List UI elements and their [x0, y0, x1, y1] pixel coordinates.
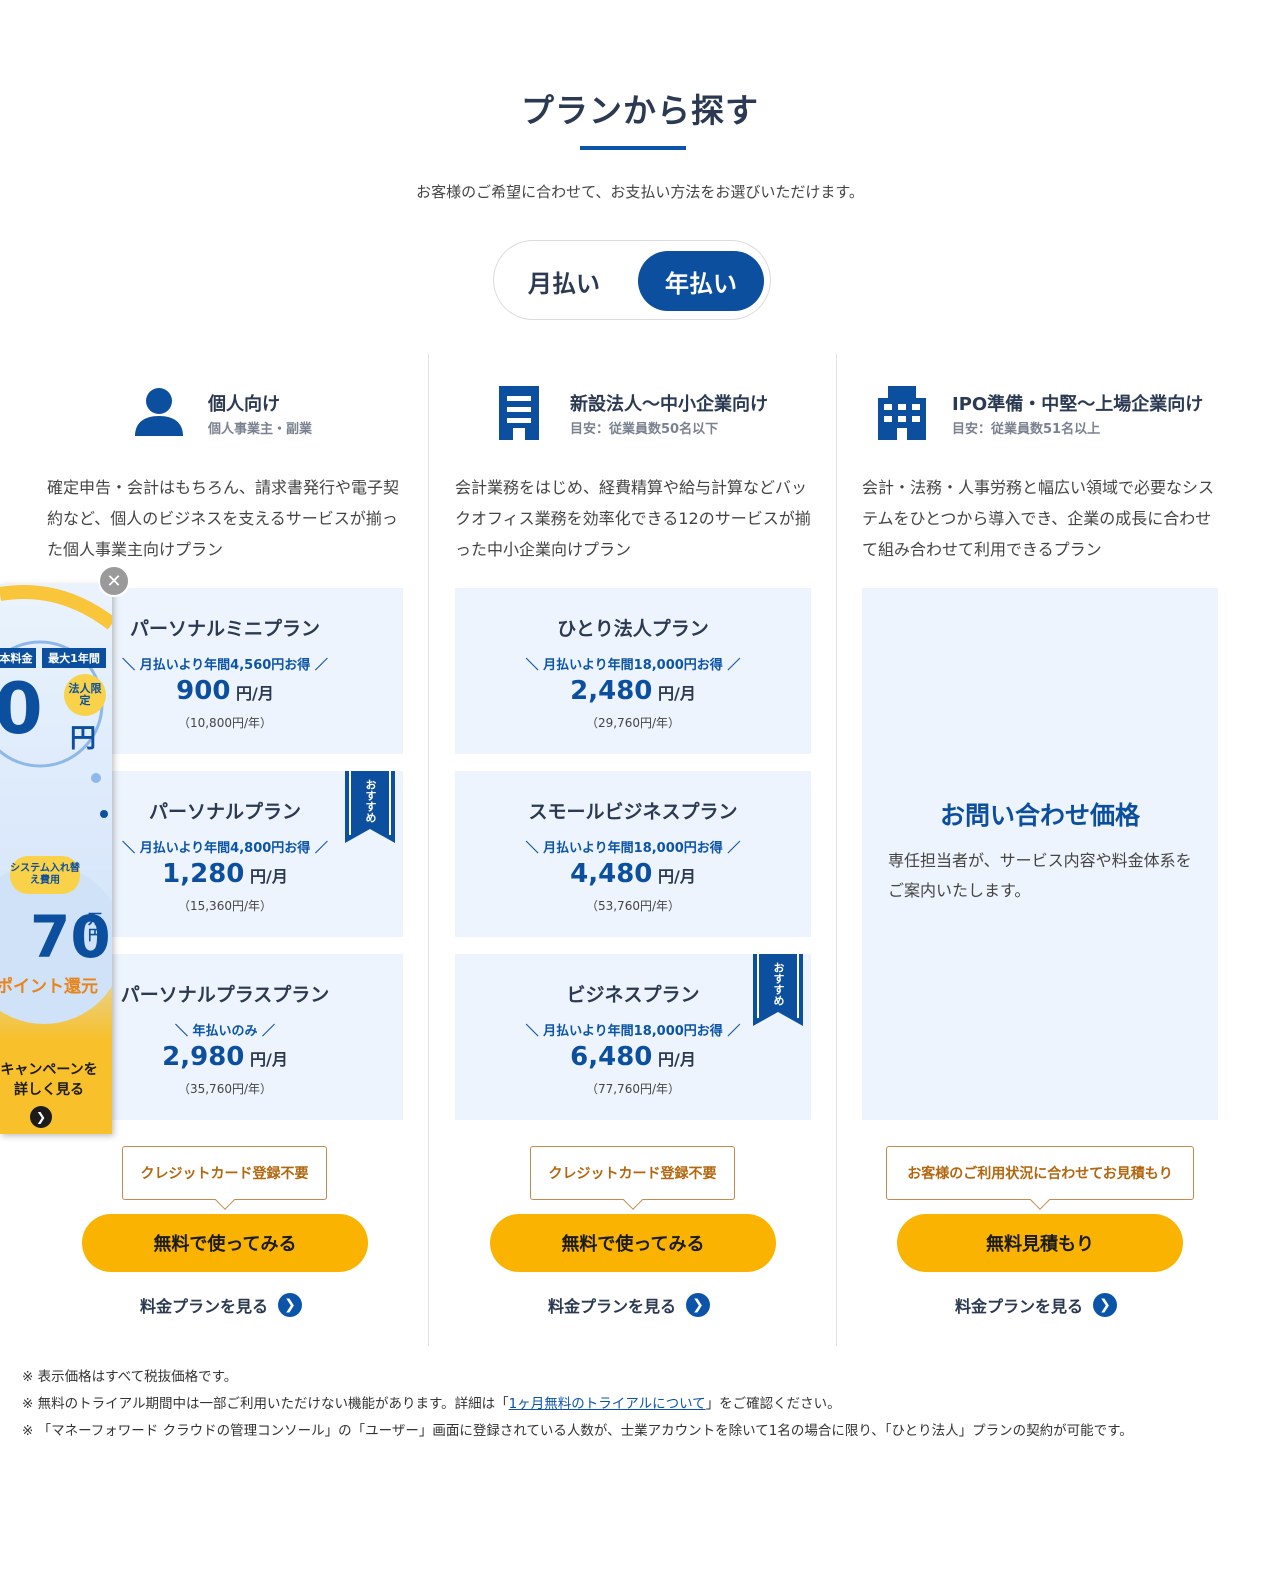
- plan-annual-price: （77,760円/年）: [585, 1082, 681, 1096]
- contact-price-title: お問い合わせ価格: [939, 801, 1140, 830]
- banner-corp-badge: 法人限定: [64, 674, 106, 716]
- banner-tag: 本料金: [0, 648, 36, 668]
- try-free-button[interactable]: 無料で使ってみる: [490, 1214, 776, 1272]
- column-subtitle: 個人事業主・副業: [208, 422, 313, 437]
- chevron-right-icon: ❯: [278, 1293, 303, 1317]
- plan-annual-price: （29,760円/年）: [585, 716, 681, 730]
- banner-yen: 円: [70, 724, 97, 754]
- view-pricing-link[interactable]: 料金プランを見る ❯: [140, 1292, 303, 1318]
- column-divider: [428, 354, 429, 1346]
- column-subtitle: 目安：従業員数50名以下: [570, 422, 719, 437]
- callout-estimate: お客様のご利用状況に合わせてお見積もり: [886, 1146, 1194, 1210]
- toggle-monthly[interactable]: 月払い: [501, 251, 627, 311]
- person-icon: [131, 384, 187, 442]
- plan-price: 6,480 円/月: [570, 1042, 696, 1072]
- column-header: IPO準備・中堅〜上場企業向け 目安：従業員数51名以上: [862, 384, 1218, 444]
- banner-cloud-label: システム入れ替え費用: [10, 856, 80, 894]
- plan-price: 2,480 円/月: [570, 676, 696, 706]
- plan-name: ひとり法人プラン: [557, 618, 709, 640]
- column-header: 個人向け 個人事業主・副業: [47, 384, 403, 444]
- banner-unit: 万円: [88, 912, 102, 944]
- campaign-banner[interactable]: 本料金 最大1年間 0 円 法人限定 システム入れ替え費用 70 万円 ポイント…: [0, 584, 112, 1134]
- column-description: 会計・法務・人事労務と幅広い領域で必要なシステムをひとつから導入でき、企業の成長…: [862, 478, 1215, 559]
- column-description: 会計業務をはじめ、経費精算や給与計算などバックオフィス業務を効率化できる12のサ…: [455, 478, 811, 559]
- plan-card-small-business: スモールビジネスプラン ＼ 月払いより年間18,000円お得 ／ 4,480 円…: [455, 771, 811, 937]
- title-underline: [580, 146, 686, 150]
- billing-toggle: 月払い 年払い: [493, 240, 771, 320]
- plan-card-solo-corp: ひとり法人プラン ＼ 月払いより年間18,000円お得 ／ 2,480 円/月 …: [455, 588, 811, 754]
- try-free-button[interactable]: 無料で使ってみる: [82, 1214, 368, 1272]
- column-subtitle: 目安：従業員数51名以上: [952, 422, 1101, 437]
- contact-pricing-card: お問い合わせ価格 専任担当者が、サービス内容や料金体系をご案内いたします。: [862, 588, 1218, 1120]
- footnote: ※ 無料のトライアル期間中は一部ご利用いただけない機能があります。詳細は「1ヶ月…: [22, 1396, 841, 1412]
- column-title: IPO準備・中堅〜上場企業向け: [952, 394, 1204, 415]
- footnotes: ※ 表示価格はすべて税抜価格です。 ※ 無料のトライアル期間中は一部ご利用いただ…: [22, 1364, 1262, 1445]
- free-estimate-button[interactable]: 無料見積もり: [897, 1214, 1183, 1272]
- column-title: 個人向け: [208, 394, 280, 415]
- chevron-right-icon: ❯: [30, 1106, 52, 1128]
- banner-close-button[interactable]: ✕: [98, 565, 130, 597]
- recommended-ribbon: おすすめ: [753, 954, 803, 1026]
- plan-name: スモールビジネスプラン: [528, 801, 738, 823]
- plan-card-business: ビジネスプラン ＼ 月払いより年間18,000円お得 ／ 6,480 円/月 （…: [455, 954, 811, 1120]
- office-building-icon: [491, 384, 547, 442]
- column-header: 新設法人〜中小企業向け 目安：従業員数50名以下: [455, 384, 811, 444]
- banner-zero-amount: 0: [0, 668, 43, 750]
- trial-info-link[interactable]: 1ヶ月無料のトライアルについて: [509, 1396, 706, 1412]
- banner-cta-text[interactable]: キャンペーンを詳しく見る: [0, 1060, 104, 1100]
- plan-annual-price: （53,760円/年）: [585, 899, 681, 913]
- footnote: ※ 「マネーフォワード クラウドの管理コンソール」の「ユーザー」画面に登録されて…: [22, 1423, 1133, 1439]
- plan-saving: ＼ 月払いより年間18,000円お得 ／: [525, 841, 741, 856]
- toggle-yearly[interactable]: 年払い: [638, 251, 764, 311]
- view-pricing-link[interactable]: 料金プランを見る ❯: [548, 1292, 711, 1318]
- view-pricing-link[interactable]: 料金プランを見る ❯: [955, 1292, 1118, 1318]
- chevron-right-icon: ❯: [1093, 1293, 1118, 1317]
- column-title: 新設法人〜中小企業向け: [570, 394, 768, 415]
- banner-point-text: ポイント還元: [0, 977, 98, 997]
- contact-price-description: 専任担当者が、サービス内容や料金体系をご案内いたします。: [888, 851, 1192, 900]
- banner-tag: 最大1年間: [42, 648, 106, 668]
- plan-price: 4,480 円/月: [570, 859, 696, 889]
- chevron-right-icon: ❯: [686, 1293, 711, 1317]
- ribbon-label: おすすめ: [772, 962, 785, 1006]
- ribbon-label: おすすめ: [364, 779, 377, 823]
- section-subtitle: お客様のご希望に合わせて、お支払い方法をお選びいただけます。: [416, 183, 864, 201]
- footnote: ※ 表示価格はすべて税抜価格です。: [22, 1369, 238, 1385]
- recommended-ribbon: おすすめ: [345, 771, 395, 843]
- column-divider: [836, 354, 837, 1346]
- enterprise-building-icon: [874, 384, 930, 442]
- callout-no-credit-card: クレジットカード登録不要: [530, 1146, 735, 1210]
- column-description: 確定申告・会計はもちろん、請求書発行や電子契約など、個人のビジネスを支えるサービ…: [47, 478, 400, 559]
- section-title: プランから探す: [521, 91, 759, 130]
- plan-saving: ＼ 月払いより年間18,000円お得 ／: [525, 658, 741, 673]
- callout-no-credit-card: クレジットカード登録不要: [122, 1146, 327, 1210]
